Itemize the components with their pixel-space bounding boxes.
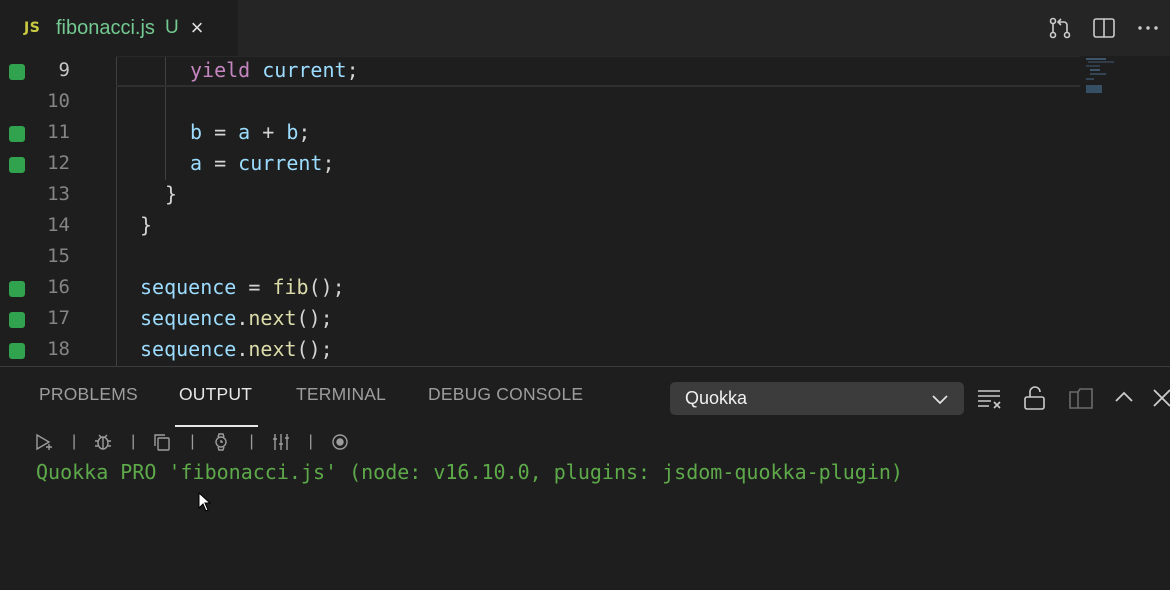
code-text: } bbox=[140, 213, 153, 237]
line-number: 18 bbox=[47, 338, 70, 360]
toolbar-separator: | bbox=[249, 433, 254, 450]
tab-output[interactable]: OUTPUT bbox=[179, 384, 252, 405]
code-line-11: 11 b = a + b; bbox=[0, 118, 1080, 149]
tab-terminal[interactable]: TERMINAL bbox=[296, 384, 386, 405]
record-icon[interactable] bbox=[330, 432, 350, 452]
maximize-panel-icon[interactable] bbox=[1112, 384, 1136, 417]
code-editor[interactable]: 9 yield current; 10 11 b = a + b; 12 a =… bbox=[0, 56, 1170, 366]
output-message: Quokka PRO 'fibonacci.js' (node: v16.10.… bbox=[36, 460, 903, 484]
code-text: sequence.next(); bbox=[140, 337, 333, 361]
bottom-panel: PROBLEMS OUTPUT TERMINAL DEBUG CONSOLE Q… bbox=[0, 366, 1170, 590]
toolbar-separator: | bbox=[131, 433, 136, 450]
output-channel-select[interactable]: Quokka bbox=[670, 382, 964, 415]
debug-icon[interactable] bbox=[93, 432, 113, 452]
code-text: a = current; bbox=[190, 151, 335, 175]
copy-icon[interactable] bbox=[152, 432, 172, 452]
code-line-18: 18 sequence.next(); bbox=[0, 335, 1080, 366]
javascript-file-icon: JS bbox=[24, 20, 41, 36]
run-icon[interactable] bbox=[34, 432, 54, 452]
output-channel-value: Quokka bbox=[685, 388, 748, 408]
watch-icon[interactable] bbox=[211, 432, 231, 452]
split-editor-icon[interactable] bbox=[1082, 8, 1126, 48]
code-text: yield current; bbox=[190, 58, 359, 82]
tab-filename: fibonacci.js bbox=[56, 16, 155, 39]
code-line-12: 12 a = current; bbox=[0, 149, 1080, 180]
code-line-16: 16 sequence = fib(); bbox=[0, 273, 1080, 304]
git-added-marker bbox=[9, 312, 25, 328]
line-number: 15 bbox=[47, 245, 70, 267]
code-line-9: 9 yield current; bbox=[0, 56, 1080, 87]
more-actions-icon[interactable] bbox=[1126, 8, 1170, 48]
close-tab-icon[interactable]: × bbox=[191, 17, 204, 39]
line-number: 11 bbox=[47, 121, 70, 143]
tab-problems[interactable]: PROBLEMS bbox=[39, 384, 138, 405]
git-added-marker bbox=[9, 64, 25, 80]
mouse-cursor-icon bbox=[198, 491, 212, 517]
line-number: 13 bbox=[47, 183, 70, 205]
line-number: 12 bbox=[47, 152, 70, 174]
minimap[interactable] bbox=[1080, 56, 1170, 366]
line-number: 16 bbox=[47, 276, 70, 298]
chevron-down-icon bbox=[931, 393, 949, 411]
code-line-10: 10 bbox=[0, 87, 1080, 118]
line-number: 10 bbox=[47, 90, 70, 112]
toolbar-separator: | bbox=[308, 433, 313, 450]
close-panel-icon[interactable] bbox=[1152, 384, 1170, 417]
settings-icon[interactable] bbox=[271, 432, 291, 452]
code-text: sequence = fib(); bbox=[140, 275, 345, 299]
code-text: b = a + b; bbox=[190, 120, 311, 144]
git-added-marker bbox=[9, 157, 25, 173]
git-added-marker bbox=[9, 126, 25, 142]
tab-debug-console[interactable]: DEBUG CONSOLE bbox=[428, 384, 583, 405]
toolbar-separator: | bbox=[190, 433, 195, 450]
editor-tab-bar: JS fibonacci.js U × bbox=[0, 0, 1170, 56]
untracked-status-badge: U bbox=[164, 17, 179, 38]
code-line-15: 15 bbox=[0, 242, 1080, 273]
line-number: 17 bbox=[47, 307, 70, 329]
editor-actions bbox=[1038, 0, 1170, 56]
toolbar-separator: | bbox=[72, 433, 77, 450]
git-added-marker bbox=[9, 281, 25, 297]
code-text: sequence.next(); bbox=[140, 306, 333, 330]
active-tab-indicator bbox=[175, 425, 258, 427]
code-text: } bbox=[165, 182, 178, 206]
code-line-13: 13 } bbox=[0, 180, 1080, 211]
line-number: 9 bbox=[58, 59, 70, 81]
code-line-14: 14 } bbox=[0, 211, 1080, 242]
quokka-toolbar: | | | | | bbox=[34, 431, 350, 453]
open-changes-icon[interactable] bbox=[1038, 8, 1082, 48]
tab-fibonacci-js[interactable]: JS fibonacci.js U × bbox=[0, 0, 238, 56]
code-line-17: 17 sequence.next(); bbox=[0, 304, 1080, 335]
git-added-marker bbox=[9, 343, 25, 359]
clear-output-icon[interactable] bbox=[976, 384, 1004, 417]
line-number: 14 bbox=[47, 214, 70, 236]
lock-scroll-icon[interactable] bbox=[1022, 384, 1048, 417]
open-log-icon[interactable] bbox=[1067, 384, 1095, 417]
